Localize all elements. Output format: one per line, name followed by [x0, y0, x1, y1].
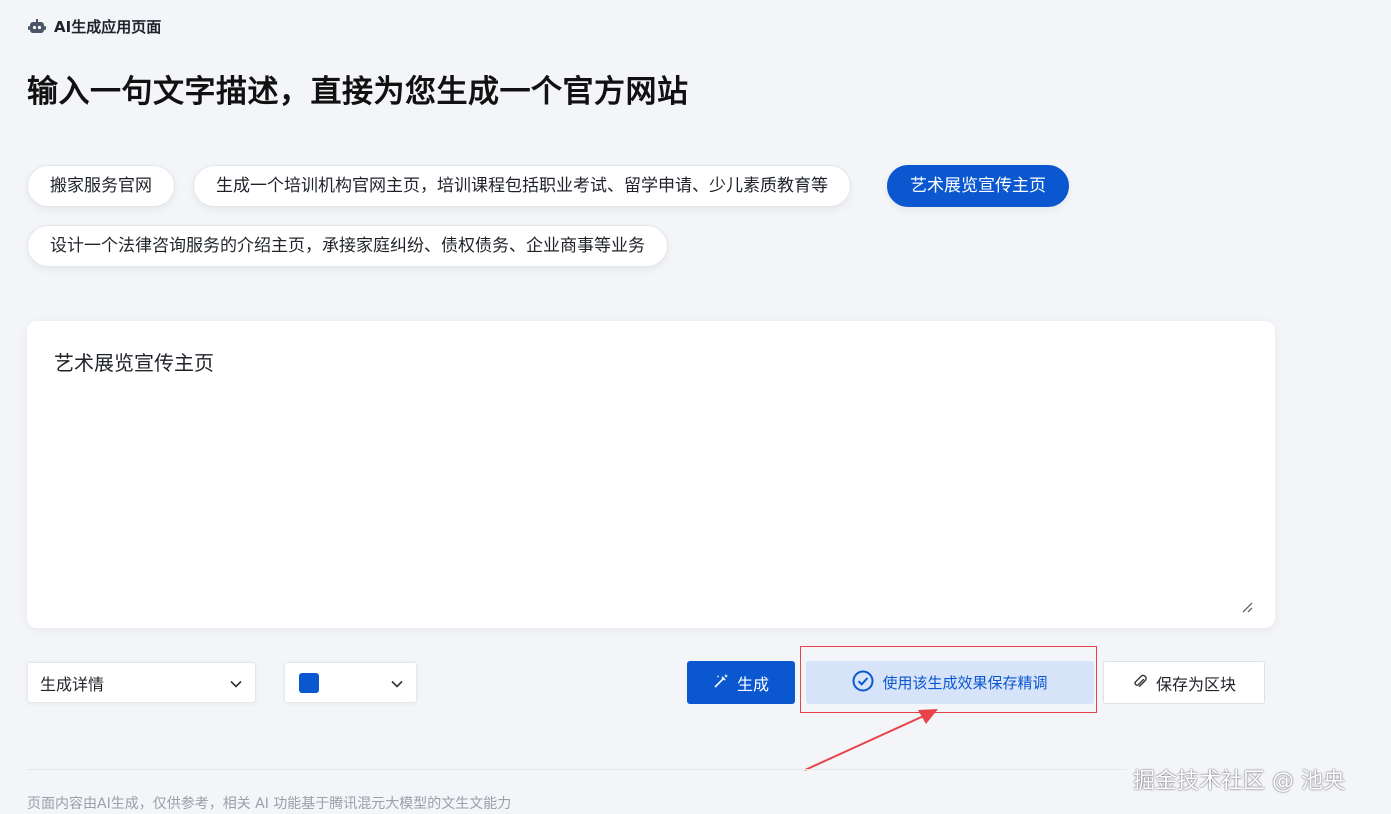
- page-title: 输入一句文字描述，直接为您生成一个官方网站: [27, 74, 689, 110]
- chevron-down-icon: [229, 676, 243, 690]
- resize-handle-icon[interactable]: [1241, 598, 1253, 613]
- magic-wand-icon: [713, 673, 729, 693]
- suggestion-chip-training[interactable]: 生成一个培训机构官网主页，培训课程包括职业考试、留学申请、少儿素质教育等: [193, 165, 851, 207]
- page: AI生成应用页面 输入一句文字描述，直接为您生成一个官方网站 搬家服务官网 生成…: [0, 0, 1391, 814]
- suggestion-chip-art-exhibition[interactable]: 艺术展览宣传主页: [887, 165, 1069, 207]
- divider: [27, 769, 1127, 770]
- generate-button-label: 生成: [736, 674, 769, 694]
- save-and-fine-tune-button[interactable]: 使用该生成效果保存精调: [806, 661, 1094, 704]
- footer-note: 页面内容由AI生成，仅供参考，相关 AI 功能基于腾讯混元大模型的文生文能力: [27, 796, 512, 812]
- check-circle-icon: [852, 670, 874, 696]
- suggestion-chip-legal[interactable]: 设计一个法律咨询服务的介绍主页，承接家庭纠纷、债权债务、企业商事等业务: [27, 225, 668, 267]
- color-select[interactable]: [284, 662, 417, 703]
- prompt-input[interactable]: 艺术展览宣传主页: [27, 321, 1275, 628]
- chevron-down-icon: [390, 676, 404, 690]
- app-header: AI生成应用页面: [28, 16, 161, 37]
- prompt-text[interactable]: 艺术展览宣传主页: [54, 347, 1248, 376]
- detail-select-value: 生成详情: [40, 674, 105, 694]
- app-title: AI生成应用页面: [54, 18, 162, 36]
- save-as-block-button[interactable]: 保存为区块: [1103, 661, 1265, 704]
- save-as-block-label: 保存为区块: [1155, 674, 1236, 694]
- watermark: 掘金技术社区 @ 池央: [1133, 769, 1345, 794]
- detail-select[interactable]: 生成详情: [27, 662, 256, 703]
- generate-button[interactable]: 生成: [687, 661, 795, 704]
- color-swatch: [299, 672, 319, 693]
- suggestion-chip-moving[interactable]: 搬家服务官网: [27, 165, 175, 207]
- paperclip-icon: [1132, 673, 1148, 693]
- save-and-fine-tune-label: 使用该生成效果保存精调: [882, 674, 1048, 692]
- annotation-arrow-icon: [804, 709, 938, 771]
- robot-icon: [28, 18, 46, 36]
